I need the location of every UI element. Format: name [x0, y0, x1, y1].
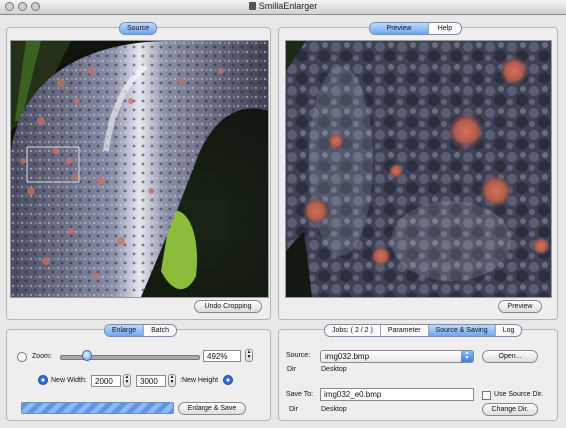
source-tab-bar: Source: [119, 22, 158, 35]
new-width-radio[interactable]: [38, 375, 48, 385]
zoom-slider-track: [60, 355, 200, 360]
tab-parameter[interactable]: Parameter: [379, 325, 428, 336]
enlarge-tab-bar: Enlarge Batch: [104, 324, 178, 337]
app-icon: [248, 2, 256, 10]
save-dir-value: Desktop: [321, 406, 347, 413]
tab-source-saving[interactable]: Source & Saving: [427, 325, 495, 336]
tab-jobs[interactable]: Jobs: ( 2 / 2 ): [325, 325, 380, 336]
new-height-stepper[interactable]: ▲ ▼: [168, 374, 176, 387]
tab-preview[interactable]: Preview: [370, 23, 428, 34]
undo-cropping-button[interactable]: Undo Cropping: [194, 300, 262, 313]
source-panel: Source Undo Cropping: [6, 22, 271, 320]
tab-log[interactable]: Log: [494, 325, 522, 336]
zoom-radio[interactable]: [17, 352, 27, 362]
tab-batch[interactable]: Batch: [143, 325, 176, 336]
save-dir-label: Dir: [289, 406, 298, 413]
use-source-dir-checkbox[interactable]: [482, 391, 491, 400]
use-source-dir-label: Use Source Dir.: [494, 391, 544, 398]
window-title: SmillaEnlarger: [0, 1, 566, 11]
source-select[interactable]: img032.bmp ▲ ▼: [320, 350, 474, 363]
new-height-field[interactable]: 3000: [136, 375, 166, 387]
settings-panel: Jobs: ( 2 / 2 ) Parameter Source & Savin…: [278, 324, 558, 421]
source-image-view[interactable]: [10, 40, 269, 298]
settings-tab-bar: Jobs: ( 2 / 2 ) Parameter Source & Savin…: [324, 324, 523, 337]
new-height-radio[interactable]: [223, 375, 233, 385]
source-image: [11, 41, 268, 297]
preview-image: [286, 41, 551, 297]
zoom-slider[interactable]: [60, 350, 200, 361]
new-width-label: New Width:: [51, 377, 87, 384]
preview-tab-bar: Preview Help: [369, 22, 462, 35]
window-title-text: SmillaEnlarger: [258, 1, 318, 11]
save-to-field[interactable]: img032_e0.bmp: [320, 388, 474, 401]
new-width-stepper[interactable]: ▲ ▼: [123, 374, 131, 387]
progress-bar: [21, 402, 174, 414]
preview-button[interactable]: Preview: [498, 300, 542, 313]
enlarge-panel: Enlarge Batch Zoom: 492% ▲ ▼ New Width: 2…: [6, 324, 271, 421]
source-dir-label: Dir: [287, 366, 296, 373]
preview-panel: Preview Help Preview: [278, 22, 558, 320]
zoom-slider-thumb[interactable]: [82, 350, 92, 361]
zoom-label: Zoom:: [32, 353, 52, 360]
save-to-label: Save To:: [286, 391, 314, 398]
source-dir-value: Desktop: [321, 366, 347, 373]
title-bar: SmillaEnlarger: [0, 0, 566, 15]
new-width-field[interactable]: 2000: [91, 375, 121, 387]
open-button[interactable]: Open...: [482, 350, 538, 363]
enlarge-save-button[interactable]: Enlarge & Save: [178, 402, 246, 415]
tab-enlarge[interactable]: Enlarge: [105, 325, 144, 336]
source-label: Source:: [286, 352, 311, 359]
change-dir-button[interactable]: Change Dir.: [482, 403, 538, 416]
chevron-updown-icon: ▲ ▼: [461, 351, 473, 362]
source-select-value: img032.bmp: [325, 352, 370, 361]
zoom-stepper[interactable]: ▲ ▼: [245, 349, 253, 362]
zoom-percent-field[interactable]: 492%: [203, 350, 241, 362]
tab-source[interactable]: Source: [120, 23, 157, 34]
preview-image-view: [285, 40, 552, 298]
progress-bar-fill: [22, 403, 173, 413]
tab-help[interactable]: Help: [428, 23, 461, 34]
new-height-label: :New Height: [180, 377, 219, 384]
